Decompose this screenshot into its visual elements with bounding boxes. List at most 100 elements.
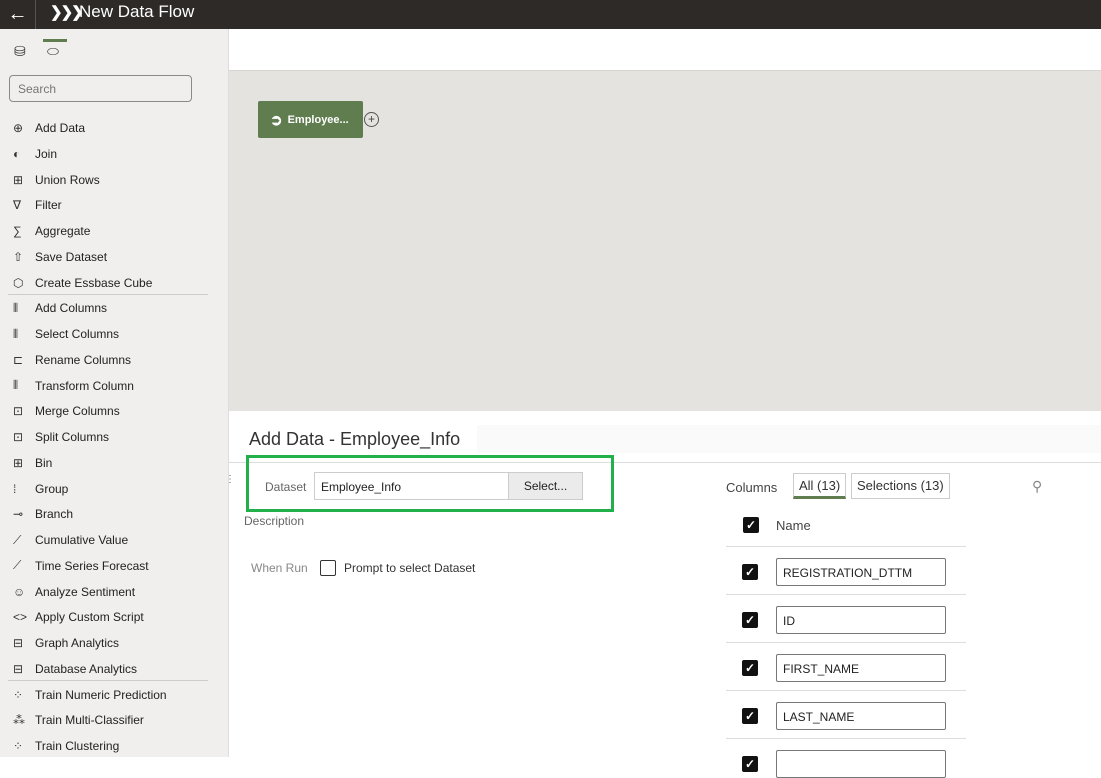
sidebar-item-label: Split Columns	[35, 430, 110, 444]
sidebar-item[interactable]: ☺ Analyze Sentiment	[13, 581, 135, 603]
sidebar-item[interactable]: ⁂ Train Multi-Classifier	[13, 709, 144, 731]
flow-node-employee[interactable]: ➲ Employee...	[258, 101, 363, 138]
divider	[8, 680, 208, 681]
column-checkbox[interactable]: ✓	[742, 756, 758, 772]
sidebar-item[interactable]: ⟋ Time Series Forecast	[13, 555, 149, 577]
sidebar-item[interactable]: ⁞ Group	[13, 478, 68, 500]
sidebar-item-label: Train Numeric Prediction	[35, 687, 167, 702]
sidebar-item[interactable]: ⊟ Graph Analytics	[13, 632, 119, 654]
tab-selections[interactable]: Selections (13)	[851, 473, 950, 499]
sidebar-item[interactable]: ⊏ Rename Columns	[13, 349, 131, 371]
search-icon[interactable]: ⚲	[1032, 478, 1042, 495]
sidebar-item-label: Rename Columns	[35, 352, 132, 367]
database-icon[interactable]: ⛁	[14, 43, 26, 60]
step-icon: ∑	[13, 224, 22, 238]
sidebar-item[interactable]: ⫴ Transform Column	[13, 375, 134, 397]
sidebar-item[interactable]: ⁘ Train Clustering	[13, 735, 119, 757]
back-button[interactable]: ←	[0, 0, 36, 29]
step-icon: ⫴	[13, 300, 19, 315]
sidebar-item[interactable]: ⟋ Cumulative Value	[13, 529, 128, 551]
sidebar-item-label: Merge Columns	[35, 404, 120, 419]
sidebar-item-label: Group	[35, 481, 69, 496]
add-data-icon: ➲	[270, 111, 283, 129]
step-icon: ☺	[13, 584, 26, 599]
step-icon: <>	[13, 610, 28, 625]
column-name-input[interactable]	[776, 750, 946, 778]
arrow-left-icon: ←	[7, 3, 28, 25]
sidebar-item[interactable]: ⊡ Merge Columns	[13, 400, 120, 422]
splitter-handle[interactable]: ⋮	[225, 474, 235, 485]
search-input[interactable]	[9, 75, 192, 102]
column-name-input[interactable]: ID	[776, 606, 946, 634]
column-name-input[interactable]: FIRST_NAME	[776, 654, 946, 682]
prompt-checkbox[interactable]	[320, 560, 336, 576]
step-icon: ⬡	[13, 275, 24, 290]
add-step-button[interactable]: +	[364, 112, 379, 127]
sidebar-item[interactable]: ⊡ Split Columns	[13, 426, 109, 448]
sidebar-item[interactable]: ⊸ Branch	[13, 503, 73, 525]
step-icon: ⟋	[13, 558, 22, 573]
description-label: Description	[244, 514, 305, 528]
flow-canvas[interactable]: ➲ Employee... +	[229, 70, 1101, 411]
sidebar-item[interactable]: ⊞ Bin	[13, 452, 52, 474]
sidebar-item[interactable]: ⇧ Save Dataset	[13, 246, 107, 268]
sidebar-item[interactable]: ⁘ Train Numeric Prediction	[13, 684, 167, 706]
dataset-input[interactable]: Employee_Info	[314, 472, 509, 500]
sidebar-item[interactable]: ⫴ Add Columns	[13, 297, 107, 319]
sidebar-item-label: Add Data	[35, 121, 86, 135]
column-checkbox[interactable]: ✓	[742, 564, 758, 580]
dataset-label: Dataset	[265, 480, 307, 494]
sidebar-item-label: Bin	[35, 455, 53, 470]
panel-title: Add Data - Employee_Info	[249, 429, 461, 449]
page-title: New Data Flow	[79, 2, 195, 21]
sidebar-item[interactable]: ⊕ Add Data	[13, 117, 85, 139]
chevrons-icon: ❯❯❯	[50, 4, 84, 21]
sidebar-item-label: Database Analytics	[35, 661, 138, 676]
step-icon: ⊏	[13, 352, 24, 367]
sidebar-item[interactable]: ∑ Aggregate	[13, 220, 90, 242]
sidebar-item-label: Aggregate	[35, 224, 91, 238]
step-icon: ∇	[13, 198, 22, 213]
sidebar-item[interactable]: <> Apply Custom Script	[13, 606, 144, 628]
row-divider	[726, 738, 966, 739]
column-checkbox[interactable]: ✓	[742, 660, 758, 676]
sidebar-item-label: Apply Custom Script	[35, 610, 144, 625]
sidebar-item-label: Save Dataset	[35, 249, 108, 264]
column-name-input[interactable]: LAST_NAME	[776, 702, 946, 730]
sidebar-item[interactable]: ⫴ Select Columns	[13, 323, 119, 345]
column-name-input[interactable]: REGISTRATION_DTTM	[776, 558, 946, 586]
step-icon: ⊞	[13, 455, 24, 470]
active-tab-indicator	[43, 39, 67, 42]
row-divider	[726, 642, 966, 643]
when-run-label: When Run	[251, 561, 308, 575]
sidebar-item[interactable]: ⊞ Union Rows	[13, 169, 100, 191]
select-button[interactable]: Select...	[508, 472, 583, 500]
step-icon: ⊟	[13, 661, 24, 676]
column-checkbox[interactable]: ✓	[742, 612, 758, 628]
sidebar-item-label: Cumulative Value	[35, 533, 129, 547]
row-divider	[726, 594, 966, 595]
sidebar-item[interactable]: ∇ Filter	[13, 194, 62, 216]
title-field	[477, 425, 1101, 453]
sidebar-item-label: Filter	[35, 198, 62, 213]
column-checkbox[interactable]: ✓	[742, 708, 758, 724]
step-icon: ⊕	[13, 121, 24, 135]
select-all-checkbox[interactable]: ✓	[743, 517, 759, 533]
top-bar: ← ❯❯❯ New Data Flow	[0, 0, 1101, 29]
step-icon: ⫴	[13, 326, 19, 341]
sidebar-item-label: Train Multi-Classifier	[35, 713, 144, 728]
step-icon: ⊡	[13, 430, 24, 444]
step-icon: ⊞	[13, 172, 24, 187]
sidebar-item[interactable]: ◐ Join	[13, 143, 57, 165]
sidebar-item-label: Transform Column	[35, 378, 134, 393]
columns-label: Columns	[726, 480, 778, 495]
step-icon: ⁘	[13, 739, 24, 753]
sidebar-item-label: Union Rows	[35, 172, 100, 187]
sidebar-item[interactable]: ⬡ Create Essbase Cube	[13, 272, 152, 294]
sidebar-item[interactable]: ⊟ Database Analytics	[13, 658, 137, 680]
step-icon: ⁞	[13, 481, 17, 496]
tab-all[interactable]: All (13)	[793, 473, 847, 499]
divider	[8, 294, 208, 295]
data-flow-steps-icon[interactable]: ⬭	[47, 43, 59, 60]
step-icon: ⇧	[13, 249, 24, 264]
